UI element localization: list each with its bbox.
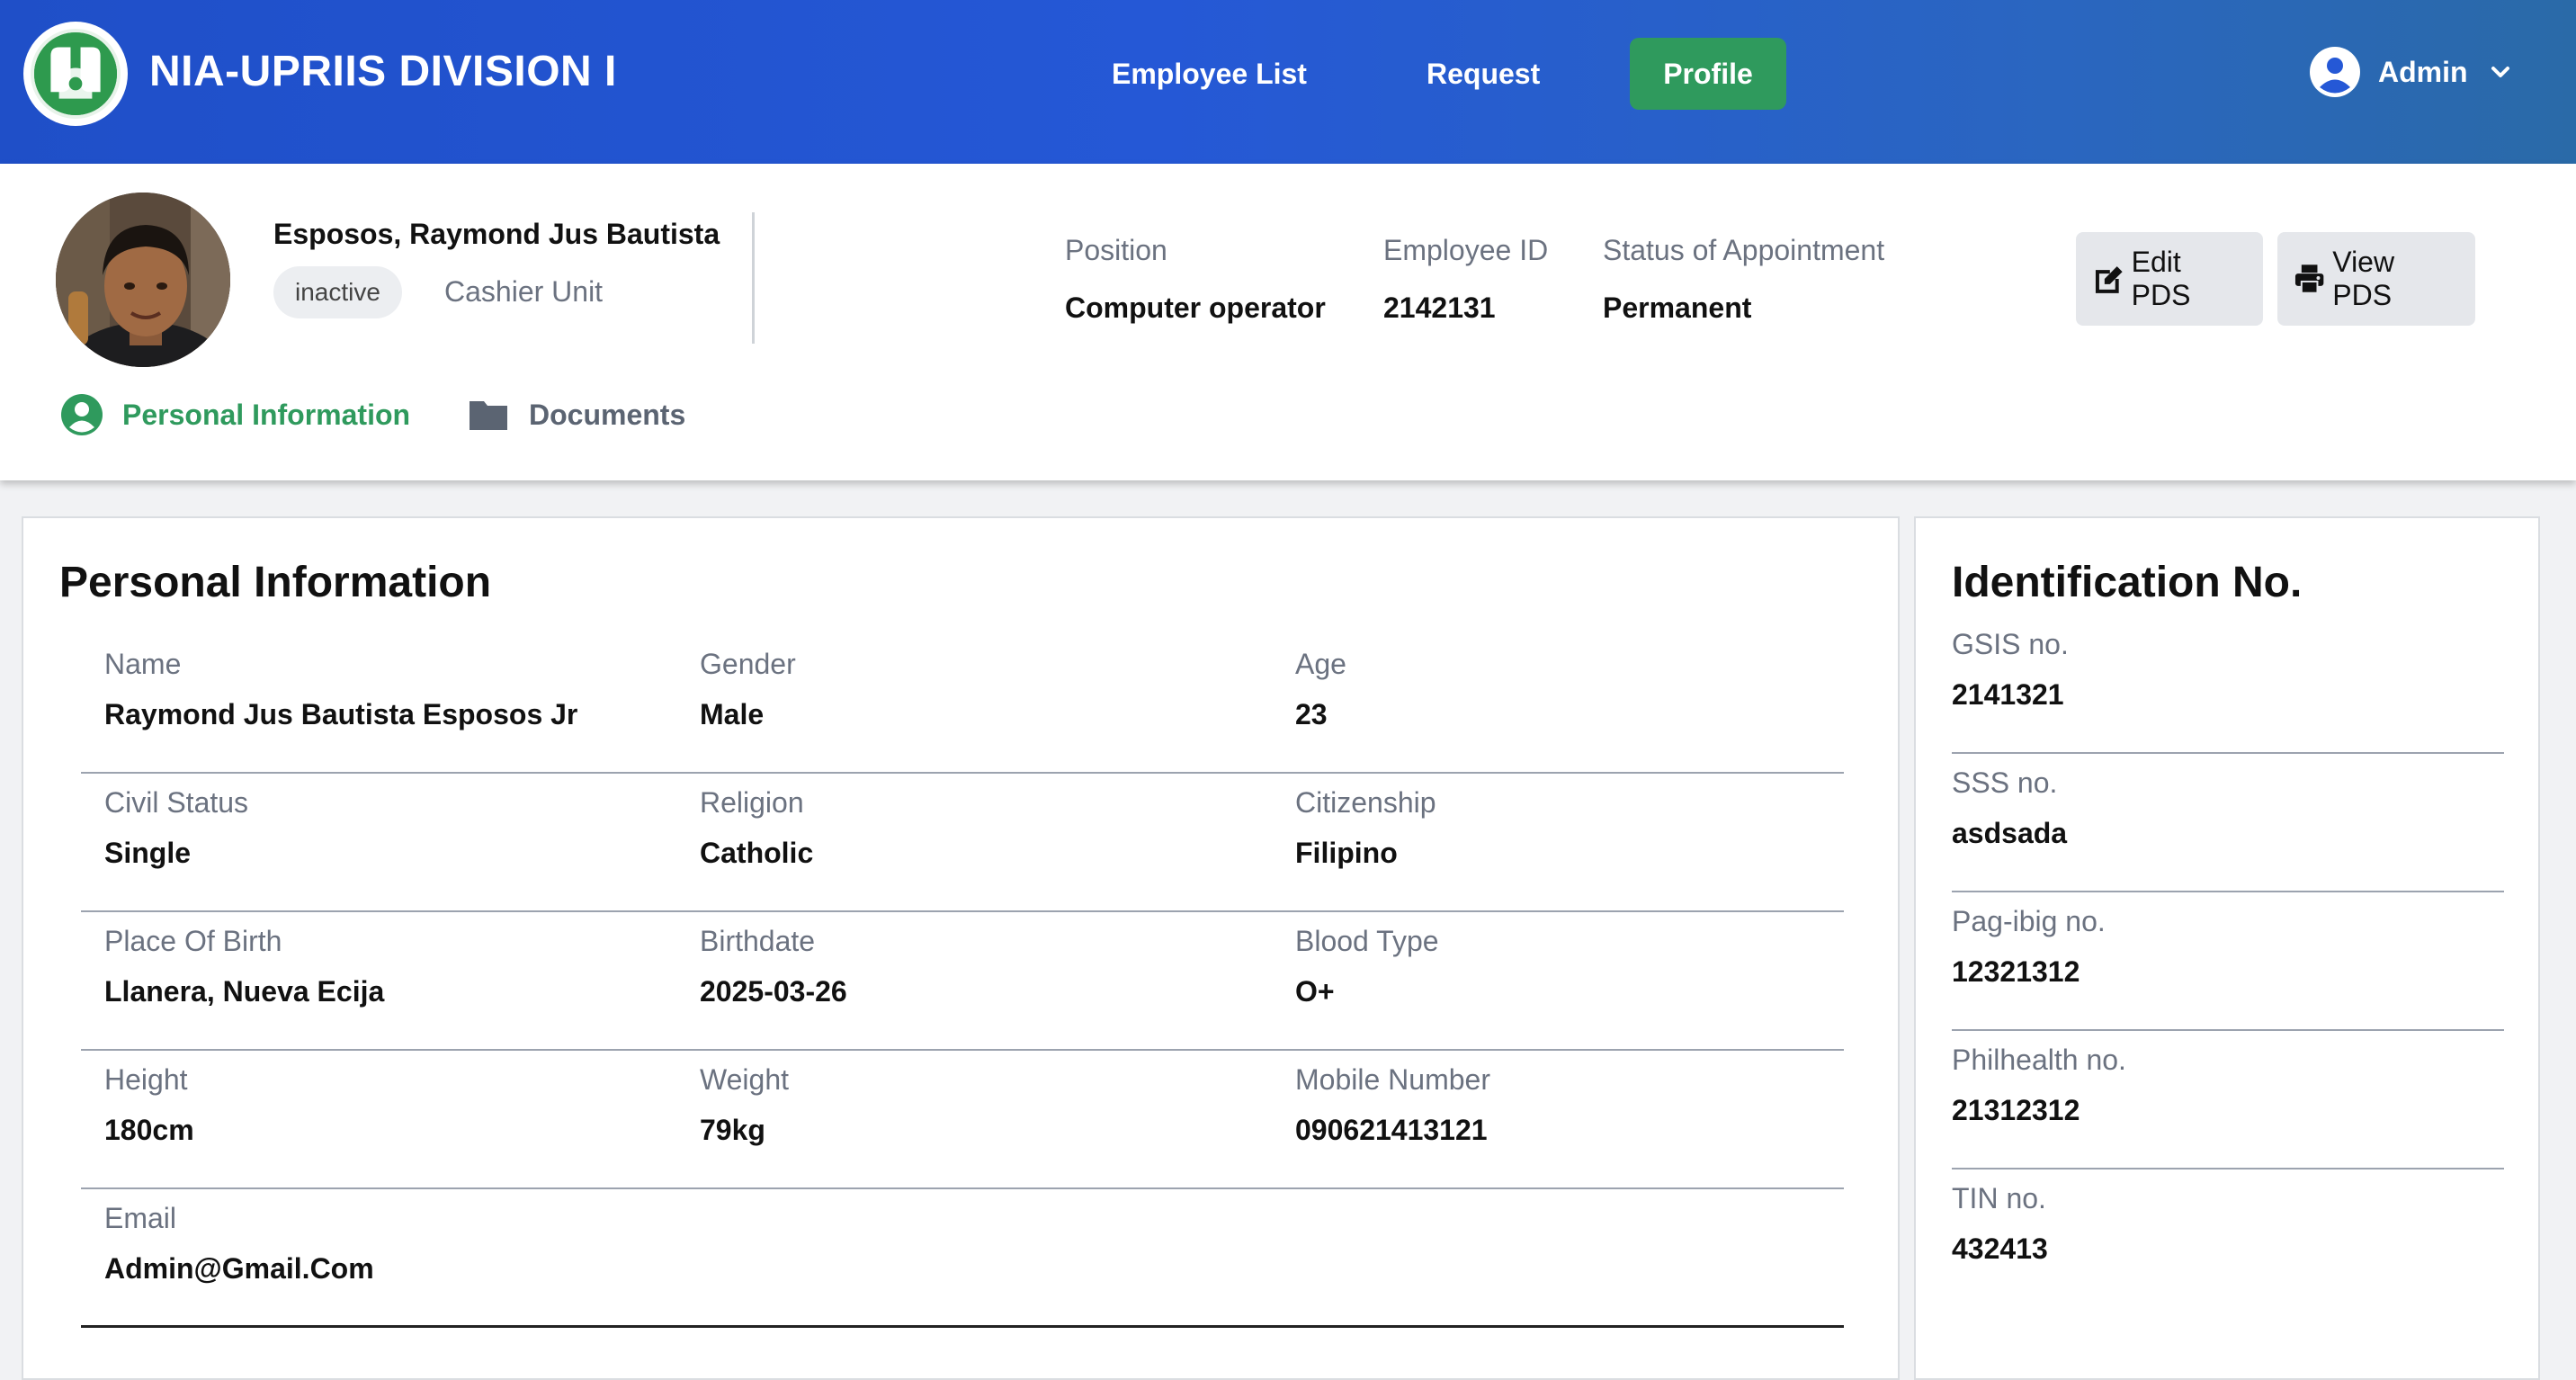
id-row: SSS no. asdsada [1952, 754, 2504, 892]
nav-employee-list[interactable]: Employee List [1076, 38, 1343, 110]
panel-title: Identification No. [1952, 559, 2303, 606]
id-row: GSIS no. 2141321 [1952, 615, 2504, 754]
tab-personal-information[interactable]: Personal Information [61, 394, 410, 435]
id-value: 432413 [1952, 1232, 2048, 1265]
personal-information-panel: Personal Information Name Raymond Jus Bau… [22, 516, 1900, 1380]
field-value: 79kg [700, 1114, 765, 1146]
field-label: Email [104, 1202, 177, 1234]
nav-request[interactable]: Request [1391, 38, 1576, 110]
field-label: Blood Type [1295, 925, 1439, 957]
folder-icon [470, 401, 507, 430]
field-label: Place Of Birth [104, 925, 282, 957]
appointment-label: Status of Appointment [1603, 234, 1885, 266]
employee-unit: Cashier Unit [444, 275, 604, 308]
view-pds-button[interactable]: View PDS [2277, 232, 2475, 326]
logo-emblem [31, 29, 121, 119]
user-name: Admin [2378, 55, 2468, 88]
id-row: Pag-ibig no. 12321312 [1952, 892, 2504, 1031]
id-row: TIN no. 432413 [1952, 1169, 2504, 1308]
user-circle-icon [2310, 47, 2360, 97]
field-value: 180cm [104, 1114, 194, 1146]
top-navbar: NIA-UPRIIS DIVISION I Employee List Requ… [0, 0, 2576, 164]
tab-documents-label: Documents [529, 398, 686, 431]
info-row: Civil Status Single Religion Catholic Citi… [81, 774, 1844, 912]
view-pds-label: View PDS [2332, 246, 2395, 311]
field-value: Catholic [700, 837, 814, 869]
field-label: Weight [700, 1063, 790, 1096]
field-value: 2025-03-26 [700, 975, 847, 1008]
id-label: Pag-ibig no. [1952, 905, 2106, 937]
field-value: Raymond Jus Bautista Esposos Jr [104, 698, 578, 730]
field-label: Birthdate [700, 925, 816, 957]
edit-pds-label: Edit PDS [2131, 246, 2191, 311]
field-value: Male [700, 698, 765, 730]
edit-pds-button[interactable]: Edit PDS [2076, 232, 2263, 326]
nia-logo[interactable] [23, 22, 128, 126]
info-row: Place Of Birth Llanera, Nueva Ecija Birth… [81, 912, 1844, 1051]
field-value: 23 [1295, 698, 1328, 730]
printer-icon [2294, 264, 2324, 294]
tab-personal-label: Personal Information [122, 398, 411, 431]
avatar [56, 193, 230, 367]
field-label: Mobile Number [1295, 1063, 1490, 1096]
field-label: Name [104, 648, 182, 680]
field-value: Llanera, Nueva Ecija [104, 975, 385, 1008]
id-label: GSIS no. [1952, 628, 2069, 660]
tab-documents[interactable]: Documents [468, 394, 685, 435]
id-value: asdsada [1952, 817, 2068, 849]
field-value: Admin@Gmail.Com [104, 1252, 374, 1285]
id-value: 21312312 [1952, 1094, 2080, 1126]
field-value: Single [104, 837, 192, 869]
field-label: Religion [700, 786, 804, 819]
field-label: Civil Status [104, 786, 249, 819]
field-label: Gender [700, 648, 796, 680]
field-value: Filipino [1295, 837, 1398, 869]
employee-name: Esposos, Raymond Jus Bautista [273, 218, 720, 250]
position-value: Computer operator [1065, 291, 1326, 324]
header-divider [752, 212, 755, 344]
chevron-down-icon [2491, 67, 2509, 77]
field-label: Age [1295, 648, 1346, 680]
app-brand: NIA-UPRIIS DIVISION I [149, 48, 617, 95]
user-menu[interactable]: Admin [2310, 47, 2513, 97]
id-label: SSS no. [1952, 766, 2058, 799]
nav-profile[interactable]: Profile [1630, 38, 1786, 110]
id-value: 2141321 [1952, 678, 2064, 711]
info-row: Email Admin@Gmail.Com [81, 1189, 1844, 1328]
info-row: Name Raymond Jus Bautista Esposos Jr Gend… [81, 635, 1844, 774]
info-row: Height 180cm Weight 79kg Mobile Number 0906… [81, 1051, 1844, 1189]
id-value: 12321312 [1952, 955, 2080, 988]
employee-header: Esposos, Raymond Jus Bautista inactive C… [0, 164, 2576, 480]
identification-panel: Identification No. GSIS no. 2141321 SSS … [1914, 516, 2540, 1380]
id-label: TIN no. [1952, 1182, 2046, 1214]
user-circle-icon [61, 394, 103, 435]
field-value: 090621413121 [1295, 1114, 1488, 1146]
position-label: Position [1065, 234, 1167, 266]
panel-title: Personal Information [59, 559, 492, 606]
field-label: Citizenship [1295, 786, 1436, 819]
edit-icon [2095, 266, 2123, 293]
status-badge: inactive [273, 266, 402, 318]
employee-id-value: 2142131 [1383, 291, 1496, 324]
id-row: Philhealth no. 21312312 [1952, 1031, 2504, 1169]
id-label: Philhealth no. [1952, 1044, 2126, 1076]
employee-id-label: Employee ID [1383, 234, 1549, 266]
appointment-value: Permanent [1603, 291, 1752, 324]
field-label: Height [104, 1063, 188, 1096]
field-value: O+ [1295, 975, 1335, 1008]
